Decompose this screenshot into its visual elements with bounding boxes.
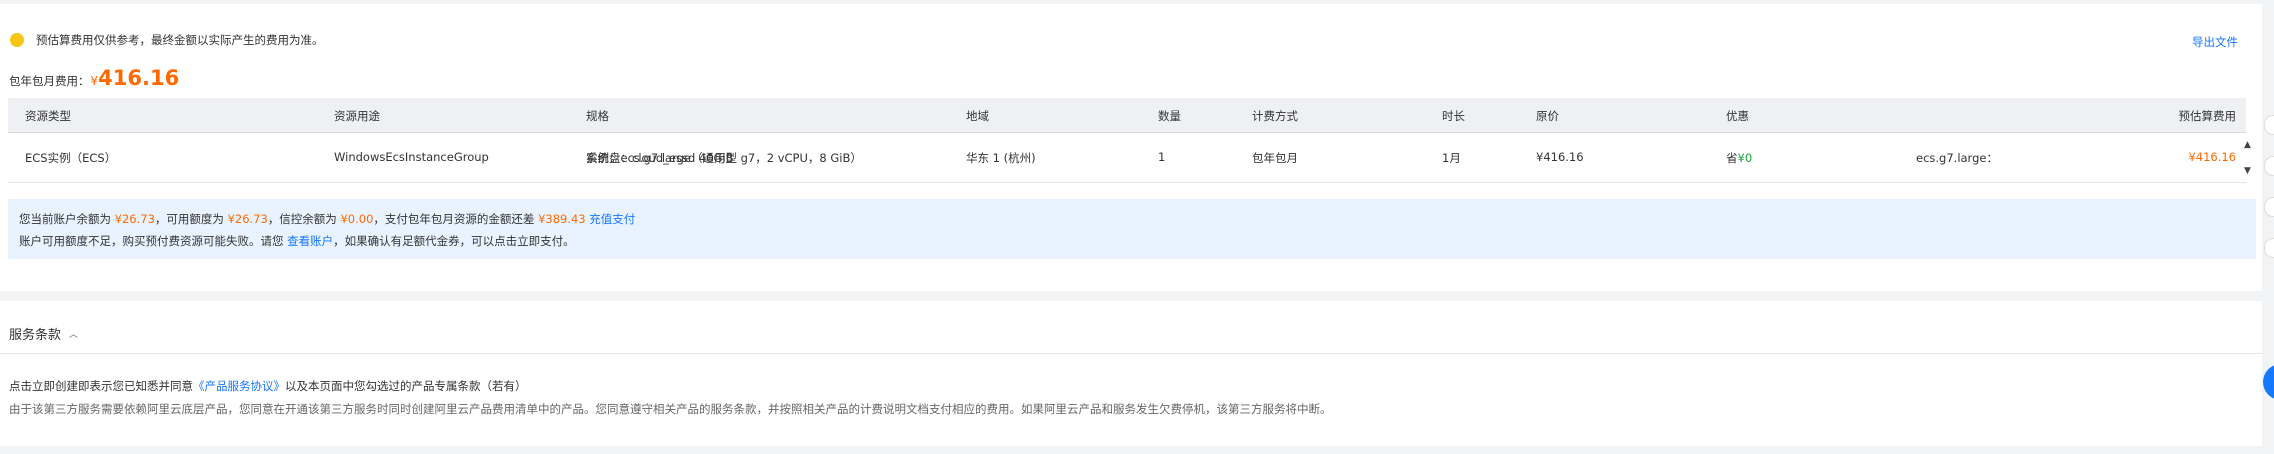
total-amount: 416.16 [98, 66, 180, 90]
shortfall-amount: ¥389.43 [538, 212, 586, 226]
col-header: 计费方式 [1252, 109, 1298, 123]
subscription-total: 包年包月费用： ¥ 416.16 [9, 66, 179, 90]
discount-value: ¥0 [1737, 151, 1753, 165]
credit-amount: ¥0.00 [340, 212, 374, 226]
warning-circle-icon [10, 33, 24, 47]
side-tab-button[interactable] [2264, 197, 2274, 217]
caret-down-icon[interactable]: ▼ [2244, 166, 2251, 176]
available-amount: ¥26.73 [227, 212, 268, 226]
caret-up-icon[interactable]: ▲ [2244, 140, 2251, 150]
table-header: 资源类型 资源用途 规格 地域 数量 计费方式 时长 原价 优惠 预估算费用 [8, 98, 2246, 133]
cell-original-price: ¥416.16 [1536, 150, 1584, 164]
insufficient-warning-line: 账户可用额度不足，购买预付费资源可能失败。请您 查看账户，如果确认有足额代金券，… [19, 233, 575, 249]
side-tab-button[interactable] [2264, 115, 2274, 135]
table-row: ECS实例（ECS） WindowsEcsInstanceGroup 实例：ec… [8, 133, 2246, 183]
cell-discount: 省¥0 [1726, 150, 1752, 166]
col-header: 规格 [586, 109, 609, 123]
balance-text: ，支付包年包月资源的金额还差 [373, 212, 535, 226]
third-party-terms-text: 由于该第三方服务需要依赖阿里云底层产品，您同意在开通该第三方服务时同时创建阿里云… [9, 402, 1332, 416]
balance-text: ，可用额度为 [154, 212, 224, 226]
col-header: 预估算费用 [2178, 109, 2237, 123]
product-service-agreement-link[interactable]: 《产品服务协议》 [193, 379, 285, 393]
col-header: 时长 [1442, 109, 1465, 123]
warning-text: ，如果确认有足额代金券，可以点击立即支付。 [333, 234, 575, 248]
terms-text: 以及本页面中您勾选过的产品专属条款（若有） [285, 379, 527, 393]
service-terms-title: 服务条款 [9, 328, 62, 343]
balance-text: ，信控余额为 [267, 212, 337, 226]
cell-discount-note: ecs.g7.large： [1916, 151, 1998, 165]
cell-duration: 1月 [1442, 151, 1461, 165]
notice-text: 预估算费用仅供参考，最终金额以实际产生的费用为准。 [36, 33, 324, 47]
service-terms-toggle[interactable]: 服务条款 ︿ [9, 324, 78, 343]
discount-prefix: 省 [1726, 151, 1738, 165]
col-header: 原价 [1536, 109, 1559, 123]
warning-text: 账户可用额度不足，购买预付费资源可能失败。请您 [19, 234, 284, 248]
cell-quantity: 1 [1158, 150, 1166, 164]
side-tab-button[interactable] [2264, 238, 2274, 258]
cell-spec-disk: 系统盘：cloud_essd 40GiB [586, 151, 734, 165]
cell-resource-type: ECS实例（ECS） [25, 151, 117, 165]
balance-amount: ¥26.73 [114, 212, 155, 226]
view-account-link[interactable]: 查看账户 [287, 234, 333, 248]
terms-text: 点击立即创建即表示您已知悉并同意 [9, 379, 193, 393]
cell-usage: WindowsEcsInstanceGroup [334, 150, 489, 164]
recharge-pay-link[interactable]: 充值支付 [589, 212, 635, 226]
export-file-link[interactable]: 导出文件 [2192, 34, 2238, 50]
side-tab-button[interactable] [2264, 156, 2274, 176]
estimate-notice: 预估算费用仅供参考，最终金额以实际产生的费用为准。 [10, 32, 324, 48]
cell-billing: 包年包月 [1252, 151, 1298, 165]
total-currency: ¥ [90, 74, 99, 88]
total-label: 包年包月费用： [9, 74, 90, 88]
cell-estimated-cost: ¥416.16 [2188, 150, 2236, 164]
balance-info-box: 您当前账户余额为 ¥26.73，可用额度为 ¥26.73，信控余额为 ¥0.00… [8, 199, 2256, 259]
terms-agreement-line: 点击立即创建即表示您已知悉并同意《产品服务协议》以及本页面中您勾选过的产品专属条… [9, 378, 527, 394]
col-header: 资源类型 [25, 109, 71, 123]
chevron-up-icon: ︿ [69, 330, 79, 340]
service-terms-card [0, 301, 2262, 446]
divider [0, 353, 2262, 354]
cell-region: 华东 1 (杭州) [966, 151, 1036, 165]
col-header: 地域 [966, 109, 989, 123]
col-header: 优惠 [1726, 109, 1749, 123]
col-header: 数量 [1158, 109, 1181, 123]
balance-text: 您当前账户余额为 [19, 212, 111, 226]
col-header: 资源用途 [334, 109, 380, 123]
balance-line: 您当前账户余额为 ¥26.73，可用额度为 ¥26.73，信控余额为 ¥0.00… [19, 211, 635, 227]
